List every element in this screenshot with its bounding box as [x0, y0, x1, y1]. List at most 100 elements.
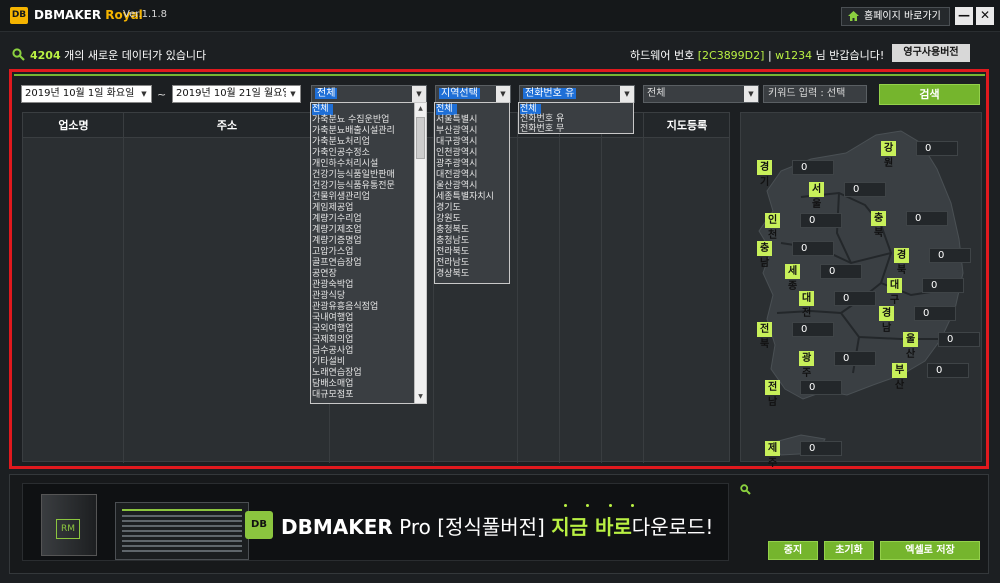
dropdown-option[interactable]: 건물위생관리업 [312, 192, 370, 203]
reset-button[interactable]: 초기화 [824, 541, 874, 560]
minimize-button[interactable]: — [955, 7, 973, 25]
dropdown-option[interactable]: 울산광역시 [436, 181, 477, 192]
progress-line [14, 74, 985, 76]
homepage-label: 홈페이지 바로가기 [864, 11, 941, 22]
dropdown-option[interactable]: 경상북도 [436, 269, 469, 280]
dropdown-option[interactable]: 고압가스업 [312, 247, 353, 258]
product-mark: RM [56, 519, 80, 539]
chevron-down-icon: ▼ [744, 86, 758, 102]
dropdown-option[interactable]: 대전광역시 [436, 170, 477, 181]
dropdown-option[interactable]: 국제회의업 [312, 335, 353, 346]
search-icon [12, 48, 25, 61]
new-data-message: 4204 개의 새로운 데이터가 있습니다 [30, 49, 207, 62]
dropdown-option[interactable]: 전체 [312, 104, 333, 115]
chevron-down-icon: ▼ [137, 86, 151, 102]
dropdown-option[interactable]: 공연장 [312, 269, 337, 280]
category-dropdown-list[interactable]: ▲ ▼ 전체 가축분뇨 수집운반업 가축분뇨배출시설관리 가축분뇨처리업 가축인공수정소… [310, 102, 427, 404]
dropdown-option[interactable]: 관광유흥음식점업 [312, 302, 378, 313]
column-header-map[interactable]: 지도등록 [644, 113, 730, 138]
extra-select[interactable]: 전체 ▼ [643, 85, 759, 103]
scroll-thumb[interactable] [416, 117, 425, 159]
chevron-down-icon: ▼ [496, 86, 510, 102]
table-column [124, 113, 330, 463]
column-header-name[interactable]: 업소명 [23, 113, 124, 138]
dropdown-option[interactable]: 가축분뇨배출시설관리 [312, 126, 395, 137]
category-select[interactable]: 전체 ▼ [311, 85, 427, 103]
table-column [602, 113, 644, 463]
dropdown-option[interactable]: 충청북도 [436, 225, 469, 236]
dropdown-option[interactable]: 전화번호 유 [520, 114, 564, 124]
region-dropdown-list[interactable]: 전체 서울특별시 부산광역시 대구광역시 인천광역시 광주광역시 대전광역시 울산광역시 세종특… [434, 102, 510, 284]
dropdown-option[interactable]: 전라남도 [436, 258, 469, 269]
dropdown-option[interactable]: 부산광역시 [436, 126, 477, 137]
chevron-down-icon: ▼ [412, 86, 426, 102]
search-icon[interactable] [740, 484, 751, 495]
dropdown-option[interactable]: 충청남도 [436, 236, 469, 247]
dropdown-option[interactable]: 서울특별시 [436, 115, 477, 126]
dropdown-option[interactable]: 담배소매업 [312, 379, 353, 390]
banner-logo: DB [245, 511, 273, 539]
homepage-button[interactable]: 홈페이지 바로가기 [841, 7, 950, 26]
app-logo: DB [10, 7, 28, 24]
scroll-down-icon[interactable]: ▼ [415, 391, 426, 403]
stop-button[interactable]: 중지 [768, 541, 818, 560]
category-scrollbar[interactable]: ▲ ▼ [414, 103, 426, 403]
table-column [560, 113, 602, 463]
dropdown-option[interactable]: 가축분뇨처리업 [312, 137, 370, 148]
dropdown-option[interactable]: 국외여행업 [312, 324, 353, 335]
dropdown-option[interactable]: 건강기능식품일반판매 [312, 170, 395, 181]
search-button[interactable]: 검색 [879, 84, 980, 105]
dropdown-option[interactable]: 전라북도 [436, 247, 469, 258]
phone-select[interactable]: 전화번호 유 ▼ [519, 85, 635, 103]
chevron-down-icon: ▼ [286, 86, 300, 102]
table-column [23, 113, 124, 463]
keyword-input[interactable]: 키워드 입력 : 선택 [763, 85, 867, 103]
dropdown-option[interactable]: 가축인공수정소 [312, 148, 370, 159]
date-from-picker[interactable]: 2019년 10월 1일 화요일 ▼ [21, 85, 152, 103]
dropdown-option[interactable]: 계량기수리업 [312, 214, 362, 225]
home-icon [848, 11, 859, 21]
dropdown-option[interactable]: 강원도 [436, 214, 461, 225]
license-button[interactable]: 영구사용버전 [892, 44, 970, 62]
dropdown-option[interactable]: 대규모점포 [312, 390, 353, 401]
dropdown-option[interactable]: 전화번호 무 [520, 124, 564, 133]
dropdown-option[interactable]: 대구광역시 [436, 137, 477, 148]
dropdown-option[interactable]: 계량기증명업 [312, 236, 362, 247]
region-map-panel: 강원 0 경기 0 서울 0 인천 0 충북 0 충남 0 경북 0 세종 0 대구 0 대전 0 … [740, 112, 982, 469]
promo-banner[interactable]: RM DB DBMAKER Pro [정식풀버전] 지금 바로다운로드! [22, 483, 729, 561]
dropdown-option[interactable]: 인천광역시 [436, 148, 477, 159]
dropdown-option[interactable]: 게임제공업 [312, 203, 353, 214]
dropdown-option[interactable]: 광주광역시 [436, 159, 477, 170]
dropdown-option[interactable]: 가축분뇨 수집운반업 [312, 115, 389, 126]
dropdown-option[interactable]: 골프연습장업 [312, 258, 362, 269]
dropdown-option[interactable]: 국내여행업 [312, 313, 353, 324]
dropdown-option[interactable]: 계량기제조업 [312, 225, 362, 236]
table-column [518, 113, 560, 463]
date-to-picker[interactable]: 2019년 10월 21일 월요일 ▼ [172, 85, 301, 103]
phone-dropdown-list[interactable]: 전체 전화번호 유 전화번호 무 [518, 102, 634, 134]
screenshot-thumbnail [115, 502, 249, 560]
dropdown-option[interactable]: 개인하수처리시설 [312, 159, 378, 170]
dropdown-option[interactable]: 관광식당 [312, 291, 345, 302]
chevron-down-icon: ▼ [620, 86, 634, 102]
dropdown-option[interactable]: 세종특별자치시 [436, 192, 494, 203]
dropdown-option[interactable]: 관광숙박업 [312, 280, 353, 291]
export-excel-button[interactable]: 엑셀로 저장 [880, 541, 980, 560]
app-version: Ver.1.1.8 [123, 9, 168, 20]
dropdown-option[interactable]: 경기도 [436, 203, 461, 214]
banner-headline: DBMAKER Pro [정식풀버전] 지금 바로다운로드! [281, 515, 714, 539]
dropdown-option[interactable]: 기타설비 [312, 357, 345, 368]
column-header-address[interactable]: 주소 [124, 113, 330, 138]
close-button[interactable]: ✕ [976, 7, 994, 25]
dropdown-option[interactable]: 노래연습장업 [312, 368, 362, 379]
region-select[interactable]: 지역선택 ▼ [435, 85, 511, 103]
title-bar: DB DBMAKER Royal Ver.1.1.8 홈페이지 바로가기 — ✕ [0, 0, 1000, 32]
dropdown-option[interactable]: 전체 [436, 104, 457, 115]
dropdown-option[interactable]: 건강기능식품유통전문 [312, 181, 395, 192]
dropdown-option[interactable]: 전체 [520, 104, 541, 114]
user-info: 하드웨어 번호 [2C3899D2] | w1234 님 반갑습니다! [630, 49, 885, 62]
dropdown-option[interactable]: 급수공사업 [312, 346, 353, 357]
scroll-up-icon[interactable]: ▲ [415, 103, 426, 115]
highlight-dots [564, 504, 644, 508]
product-box-image: RM [41, 494, 97, 556]
